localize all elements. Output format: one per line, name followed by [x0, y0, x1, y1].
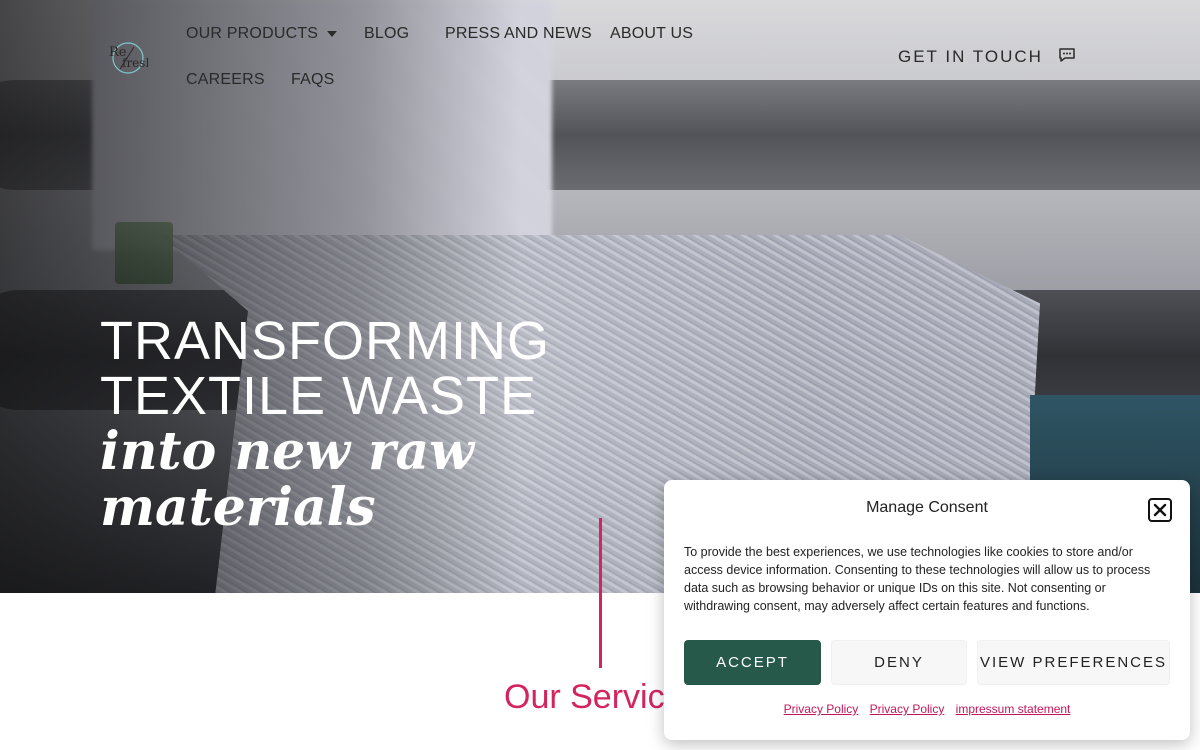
- nav-our-products-label: OUR PRODUCTS: [186, 25, 319, 42]
- nav-about-us[interactable]: ABOUT US: [610, 25, 693, 43]
- privacy-policy-link-2[interactable]: Privacy Policy: [870, 702, 945, 716]
- close-icon: [1153, 503, 1167, 517]
- hero-headline-line1: TRANSFORMING: [100, 311, 550, 371]
- hero-headline-line2: TEXTILE WASTE: [100, 366, 538, 426]
- impressum-link[interactable]: impressum statement: [956, 702, 1071, 716]
- hero-subheadline-line2: materials: [100, 477, 376, 538]
- deny-button[interactable]: DENY: [831, 640, 967, 685]
- svg-text:fresh: fresh: [122, 56, 148, 70]
- hero-subheadline: into new raw materials: [100, 424, 474, 536]
- accept-button[interactable]: ACCEPT: [684, 640, 821, 685]
- close-button[interactable]: [1148, 498, 1172, 522]
- hero-headline: TRANSFORMING TEXTILE WASTE: [100, 314, 550, 424]
- consent-body: To provide the best experiences, we use …: [684, 545, 1151, 613]
- logo[interactable]: Re fresh: [108, 39, 153, 75]
- chat-bubble-icon: [1058, 47, 1076, 68]
- hero-subheadline-line1: into new raw: [100, 421, 474, 482]
- get-in-touch-label: GET IN TOUCH: [898, 47, 1043, 66]
- consent-links: Privacy Policy Privacy Policy impressum …: [664, 702, 1190, 716]
- privacy-policy-link[interactable]: Privacy Policy: [784, 702, 859, 716]
- nav-blog[interactable]: BLOG: [364, 25, 409, 43]
- caret-down-icon: [327, 30, 338, 37]
- view-preferences-button[interactable]: VIEW PREFERENCES: [977, 640, 1170, 685]
- consent-dialog: Manage Consent To provide the best exper…: [664, 480, 1190, 740]
- nav-careers[interactable]: CAREERS: [186, 71, 265, 89]
- nav-press-and-news[interactable]: PRESS AND NEWS: [445, 25, 592, 43]
- get-in-touch-button[interactable]: GET IN TOUCH: [898, 47, 1076, 68]
- consent-title: Manage Consent: [866, 499, 988, 516]
- nav-our-products[interactable]: OUR PRODUCTS: [186, 25, 338, 43]
- nav-faqs[interactable]: FAQS: [291, 71, 334, 89]
- logo-icon: Re fresh: [109, 42, 153, 74]
- section-divider-line: [599, 518, 602, 668]
